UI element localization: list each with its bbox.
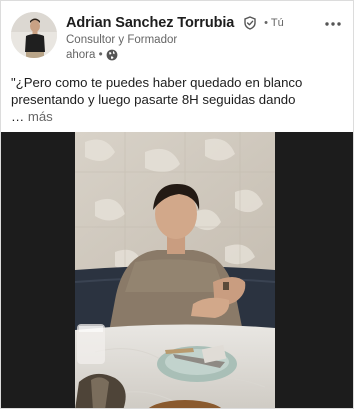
post-text-line: presentando y luego pasarte 8H seguidas … <box>11 92 296 107</box>
post-text: "¿Pero como te puedes haber quedado en b… <box>11 74 349 125</box>
globe-icon[interactable] <box>106 49 118 61</box>
author-name-row: Adrian Sanchez Torrubia • Tú <box>66 14 284 32</box>
post-photo <box>75 132 275 408</box>
post-timestamp: ahora • <box>66 49 103 61</box>
post-header: Adrian Sanchez Torrubia • Tú Consultor y… <box>1 1 353 71</box>
post-ellipsis: … <box>11 109 25 124</box>
more-options-button[interactable] <box>321 13 345 35</box>
post-image[interactable] <box>75 132 275 408</box>
more-options-icon <box>325 22 341 26</box>
post-text-line: "¿Pero como te puedes haber quedado en b… <box>11 75 303 90</box>
see-more-link[interactable]: más <box>28 109 53 124</box>
author-name[interactable]: Adrian Sanchez Torrubia <box>66 15 234 31</box>
connection-degree: • Tú <box>264 16 284 29</box>
post-meta: ahora • <box>66 49 118 61</box>
avatar-photo <box>11 12 57 58</box>
feed-post-card: Adrian Sanchez Torrubia • Tú Consultor y… <box>0 0 354 409</box>
post-text-line-last: … más <box>11 108 349 125</box>
author-headline: Consultor y Formador <box>66 34 178 46</box>
author-avatar[interactable] <box>11 12 57 58</box>
verified-badge-icon <box>243 16 257 30</box>
post-media <box>1 132 353 408</box>
